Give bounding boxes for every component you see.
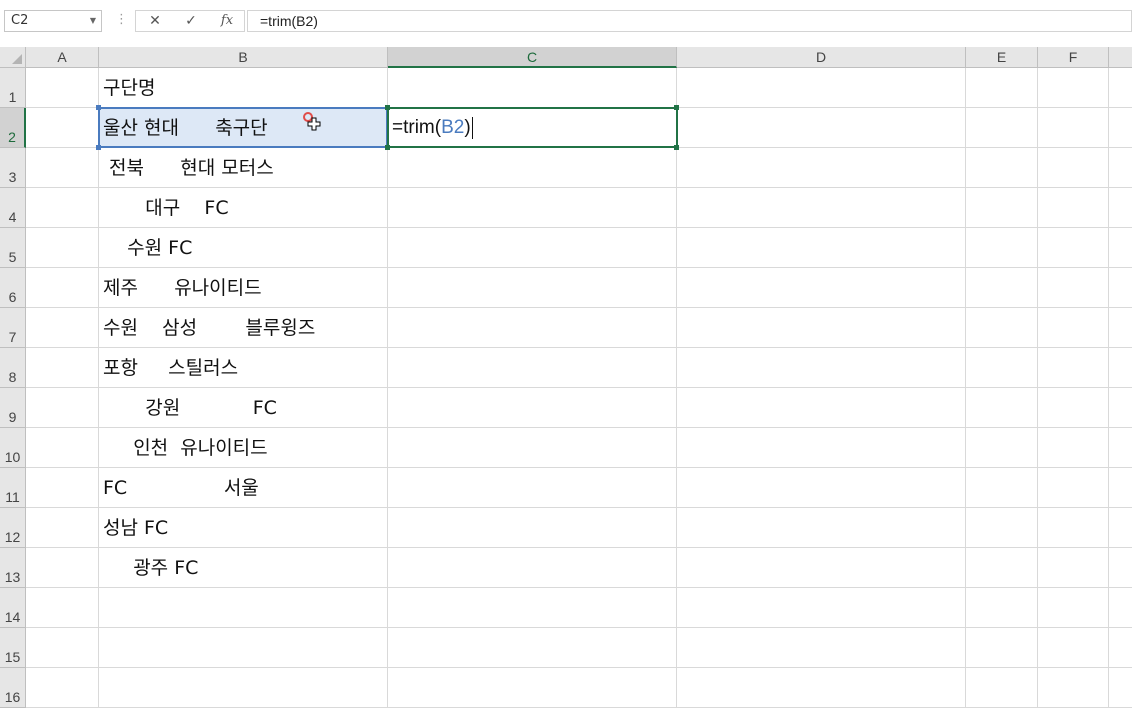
editor-formula-suffix: ) xyxy=(464,117,471,138)
gridline xyxy=(1037,68,1038,708)
editor-formula-reference: B2 xyxy=(441,117,465,138)
cell-b12[interactable]: 성남 FC xyxy=(99,508,387,548)
cell-b1[interactable]: 구단명 xyxy=(99,68,387,108)
drag-handle-icon[interactable]: ⋮ xyxy=(115,12,128,27)
row-header-14[interactable]: 14 xyxy=(0,588,26,628)
column-header-e[interactable]: E xyxy=(966,47,1038,68)
insert-function-button[interactable]: fx xyxy=(212,11,242,31)
row-header-12[interactable]: 12 xyxy=(0,508,26,548)
formula-input[interactable]: =trim(B2) xyxy=(247,10,1132,32)
formula-bar: C2 ▼ ⋮ ✕ ✓ fx =trim(B2) xyxy=(0,0,1132,47)
cell-b13[interactable]: 광주 FC xyxy=(99,548,387,588)
row-header-5[interactable]: 5 xyxy=(0,228,26,268)
cell-b5[interactable]: 수원 FC xyxy=(99,228,387,268)
cell-b3[interactable]: 전북 현대 모터스 xyxy=(99,148,387,188)
cell-b11[interactable]: FC 서울 xyxy=(99,468,387,508)
cell-b8[interactable]: 포항 스틸러스 xyxy=(99,348,387,388)
selection-handle[interactable] xyxy=(385,145,390,150)
row-header-13[interactable]: 13 xyxy=(0,548,26,588)
row-header-16[interactable]: 16 xyxy=(0,668,26,708)
row-header-7[interactable]: 7 xyxy=(0,308,26,348)
gridline xyxy=(26,667,1132,668)
text-caret xyxy=(471,116,473,139)
cell-b9[interactable]: 강원 FC xyxy=(99,388,387,428)
row-headers: 1 2 3 4 5 6 7 8 9 10 11 12 13 14 15 16 xyxy=(0,68,26,708)
cell-b10[interactable]: 인천 유나이티드 xyxy=(99,428,387,468)
column-header-f[interactable]: F xyxy=(1038,47,1109,68)
row-header-2[interactable]: 2 xyxy=(0,108,26,148)
row-header-15[interactable]: 15 xyxy=(0,628,26,668)
row-header-3[interactable]: 3 xyxy=(0,148,26,188)
cell-b4[interactable]: 대구 FC xyxy=(99,188,387,228)
column-headers: A B C D E F xyxy=(0,47,1132,68)
cancel-button[interactable]: ✕ xyxy=(140,11,170,31)
name-box-value: C2 xyxy=(11,13,29,28)
chevron-down-icon[interactable]: ▼ xyxy=(90,11,96,31)
cross-cursor-icon xyxy=(303,112,321,131)
gridline xyxy=(676,68,677,708)
row-header-9[interactable]: 9 xyxy=(0,388,26,428)
editor-formula-prefix: =trim( xyxy=(392,117,442,138)
cell-b7[interactable]: 수원 삼성 블루윙즈 xyxy=(99,308,387,348)
gridline xyxy=(965,68,966,708)
name-box[interactable]: C2 ▼ xyxy=(4,10,102,32)
column-header-b[interactable]: B xyxy=(99,47,388,68)
row-header-11[interactable]: 11 xyxy=(0,468,26,508)
row-header-6[interactable]: 6 xyxy=(0,268,26,308)
selection-handle[interactable] xyxy=(674,105,679,110)
column-header-d[interactable]: D xyxy=(677,47,966,68)
spreadsheet-grid: A B C D E F 1 2 3 4 5 6 7 8 9 10 11 12 1… xyxy=(0,47,1132,708)
row-header-8[interactable]: 8 xyxy=(0,348,26,388)
cell-area[interactable]: 구단명 울산 현대 축구단 전북 현대 모터스 대구 FC 수원 FC 제주 유… xyxy=(26,68,1132,708)
fill-handle[interactable] xyxy=(674,145,679,150)
row-header-10[interactable]: 10 xyxy=(0,428,26,468)
column-header-c[interactable]: C xyxy=(388,47,677,68)
row-header-4[interactable]: 4 xyxy=(0,188,26,228)
column-header-g[interactable] xyxy=(1109,47,1132,68)
select-all-button[interactable] xyxy=(0,47,26,68)
column-header-a[interactable]: A xyxy=(26,47,99,68)
gridline xyxy=(387,68,388,708)
cell-b2[interactable]: 울산 현대 축구단 xyxy=(99,108,387,148)
select-all-icon xyxy=(12,54,22,64)
active-cell-editor[interactable]: =trim(B2) xyxy=(387,107,678,148)
formula-buttons: ✕ ✓ fx xyxy=(135,10,245,32)
enter-button[interactable]: ✓ xyxy=(176,11,206,31)
gridline xyxy=(26,627,1132,628)
gridline xyxy=(1108,68,1109,708)
row-header-1[interactable]: 1 xyxy=(0,68,26,108)
selection-handle[interactable] xyxy=(385,105,390,110)
cell-b6[interactable]: 제주 유나이티드 xyxy=(99,268,387,308)
